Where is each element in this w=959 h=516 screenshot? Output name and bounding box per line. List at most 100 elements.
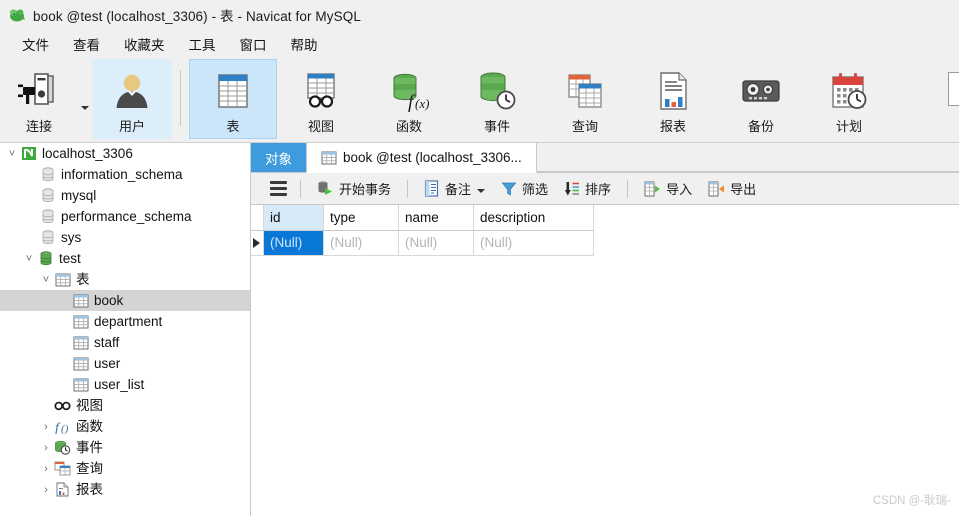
row-marker-header — [251, 205, 264, 231]
note-dropdown-caret-icon[interactable] — [477, 181, 486, 196]
function-folder-icon: f () — [54, 419, 71, 434]
chevron-right-icon[interactable]: › — [38, 421, 54, 433]
toolbar-button-backup[interactable]: 备份 — [717, 59, 805, 139]
menu-tools[interactable]: 工具 — [177, 31, 228, 57]
tree-item-queries-folder[interactable]: › 查询 — [0, 458, 250, 479]
toolbar-label-event: 事件 — [483, 119, 510, 134]
cell-description[interactable]: (Null) — [473, 230, 594, 256]
filter-label: 筛选 — [522, 182, 549, 197]
tree-label: department — [94, 313, 163, 329]
chevron-right-icon[interactable]: › — [38, 484, 54, 496]
title-bar: book @test (localhost_3306) - 表 - Navica… — [0, 0, 959, 30]
column-header-description[interactable]: description — [473, 205, 594, 231]
cell-name[interactable]: (Null) — [398, 230, 474, 256]
tree-label: mysql — [61, 187, 97, 203]
tree-item-user[interactable]: user — [0, 353, 250, 374]
chevron-down-icon[interactable]: ˅ — [4, 148, 20, 160]
tab-book-table[interactable]: book @test (localhost_3306... — [306, 143, 537, 173]
report-icon — [653, 69, 693, 113]
toolbar-separator — [627, 179, 629, 198]
tree-label: 函数 — [76, 418, 103, 434]
chevron-down-icon[interactable]: ˅ — [38, 274, 54, 286]
tree-item-tables-folder[interactable]: ˅ 表 — [0, 269, 250, 290]
main-toolbar: 连接 用户 表 视图 f (x) 函数 事件 查询 报表 备份 计划 — [0, 58, 959, 143]
menu-file[interactable]: 文件 — [10, 31, 61, 57]
tree-item-sys[interactable]: sys — [0, 227, 250, 248]
toolbar-button-report[interactable]: 报表 — [629, 59, 717, 139]
chevron-right-icon[interactable]: › — [38, 463, 54, 475]
import-button[interactable]: 导入 — [636, 175, 700, 202]
toolbar-separator — [300, 179, 301, 198]
tree-label: 查询 — [76, 460, 103, 476]
toolbar-label-user: 用户 — [118, 119, 145, 134]
tree-label: 视图 — [76, 397, 103, 413]
begin-transaction-button[interactable]: 开始事务 — [309, 175, 399, 202]
filter-button[interactable]: 筛选 — [493, 175, 556, 202]
tree-item-mysql[interactable]: mysql — [0, 185, 250, 206]
toolbar-button-schedule[interactable]: 计划 — [805, 59, 893, 139]
toolbar-button-table[interactable]: 表 — [189, 59, 277, 139]
tree-item-localhost-3306[interactable]: ˅ localhost_3306 — [0, 143, 250, 164]
toolbar-separator — [180, 70, 181, 126]
tree-label: information_schema — [61, 166, 183, 182]
schedule-icon — [828, 69, 870, 113]
chevron-down-icon[interactable]: ˅ — [21, 253, 37, 265]
menu-view[interactable]: 查看 — [61, 31, 112, 57]
table-row[interactable]: (Null) (Null) (Null) (Null) — [251, 230, 594, 256]
menu-window[interactable]: 窗口 — [228, 31, 279, 57]
data-grid-header-row: id type name description — [251, 205, 594, 231]
toolbar-button-view[interactable]: 视图 — [277, 59, 365, 139]
chevron-right-icon[interactable]: › — [38, 442, 54, 454]
grid-menu-button[interactable] — [265, 177, 292, 200]
event-icon — [476, 69, 518, 113]
tree-item-reports-folder[interactable]: › 报表 — [0, 479, 250, 500]
menu-favorites[interactable]: 收藏夹 — [112, 31, 177, 57]
cell-type[interactable]: (Null) — [323, 230, 399, 256]
toolbar-button-function[interactable]: f (x) 函数 — [365, 59, 453, 139]
column-header-id[interactable]: id — [263, 205, 324, 231]
view-folder-icon — [54, 398, 71, 413]
toolbar-label-query: 查询 — [571, 119, 598, 134]
tree-item-information-schema[interactable]: information_schema — [0, 164, 250, 185]
tree-item-views-folder[interactable]: 视图 — [0, 395, 250, 416]
toolbar-button-overflow-partial[interactable] — [945, 58, 959, 142]
toolbar-label-schedule: 计划 — [835, 119, 862, 134]
function-icon: f (x) — [388, 69, 430, 113]
column-header-type[interactable]: type — [323, 205, 399, 231]
toolbar-button-query[interactable]: 查询 — [541, 59, 629, 139]
note-button[interactable]: 备注 — [416, 175, 493, 202]
tree-item-performance-schema[interactable]: performance_schema — [0, 206, 250, 227]
window-title: book @test (localhost_3306) - 表 - Navica… — [33, 9, 361, 24]
toolbar-label-function: 函数 — [395, 119, 422, 134]
content-area: ˅ localhost_3306 information_schema mysq… — [0, 143, 959, 516]
tree-item-test[interactable]: ˅ test — [0, 248, 250, 269]
svg-text:(x): (x) — [415, 96, 429, 111]
toolbar-label-report: 报表 — [659, 119, 686, 134]
table-item-icon — [321, 151, 337, 165]
tree-item-staff[interactable]: staff — [0, 332, 250, 353]
current-row-arrow-icon — [253, 237, 260, 248]
table-item-icon — [72, 356, 89, 371]
tab-objects-label: 对象 — [265, 151, 292, 167]
cell-id[interactable]: (Null) — [263, 230, 324, 256]
database-green-icon — [37, 251, 54, 266]
tree-item-book[interactable]: book — [0, 290, 250, 311]
sort-button[interactable]: 排序 — [556, 175, 619, 202]
tree-item-department[interactable]: department — [0, 311, 250, 332]
connection-dropdown-caret-icon[interactable] — [78, 58, 92, 142]
backup-icon — [740, 69, 782, 113]
data-grid[interactable]: id type name description (Null) (Null) (… — [251, 205, 959, 516]
tree-item-functions-folder[interactable]: › f () 函数 — [0, 416, 250, 437]
export-button[interactable]: 导出 — [700, 175, 764, 202]
tab-objects[interactable]: 对象 — [251, 143, 306, 172]
object-tree-sidebar[interactable]: ˅ localhost_3306 information_schema mysq… — [0, 143, 251, 516]
column-header-name[interactable]: name — [398, 205, 474, 231]
toolbar-button-user[interactable]: 用户 — [92, 59, 172, 139]
tree-item-user-list[interactable]: user_list — [0, 374, 250, 395]
toolbar-button-connection[interactable]: 连接 — [0, 59, 78, 139]
tree-label: performance_schema — [61, 208, 192, 224]
menu-help[interactable]: 帮助 — [279, 31, 330, 57]
toolbar-label-connection: 连接 — [25, 119, 52, 134]
tree-item-events-folder[interactable]: › 事件 — [0, 437, 250, 458]
toolbar-button-event[interactable]: 事件 — [453, 59, 541, 139]
